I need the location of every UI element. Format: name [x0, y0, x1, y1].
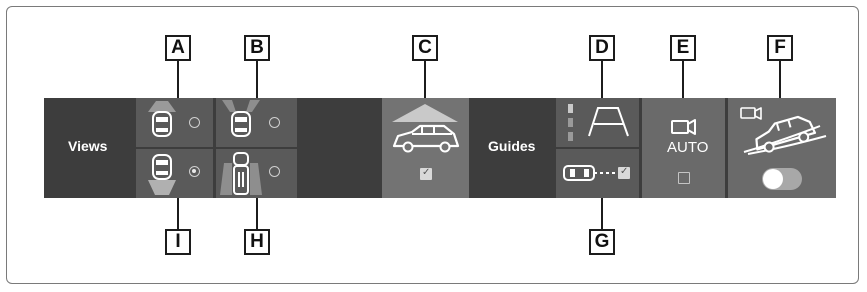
parking-guide-lines-icon [568, 104, 629, 141]
callout-h: H [244, 229, 270, 255]
view-h-radio[interactable] [269, 166, 280, 177]
guide-g-checkbox[interactable]: ✓ [618, 166, 630, 179]
leader-line-c [424, 61, 426, 103]
callout-c: C [412, 35, 438, 61]
auto-label: AUTO [667, 139, 709, 156]
callout-a: A [165, 35, 191, 61]
car-side-front-range-icon [392, 104, 460, 153]
callout-e: E [670, 35, 696, 61]
callout-g-label: G [594, 231, 610, 252]
callout-c-label: C [418, 37, 432, 58]
callout-d: D [589, 35, 615, 61]
callout-b-label: B [250, 37, 264, 58]
auto-checkbox[interactable] [678, 172, 690, 184]
leader-line-a [177, 61, 179, 103]
guide-lines-button-d[interactable] [556, 98, 639, 147]
view-button-h[interactable] [216, 149, 297, 198]
callout-b: B [244, 35, 270, 61]
callout-i: I [165, 229, 191, 255]
callout-f-label: F [774, 37, 786, 58]
offroad-toggle-switch[interactable] [762, 168, 802, 190]
car-top-side-view-icon [220, 152, 262, 195]
view-b-radio[interactable] [269, 117, 280, 128]
view-button-i[interactable] [136, 149, 213, 198]
callout-d-label: D [595, 37, 609, 58]
leader-line-d [601, 61, 603, 103]
callout-g: G [589, 229, 615, 255]
leader-line-b [256, 61, 258, 103]
offroad-camera-button-f[interactable] [728, 98, 836, 198]
leader-line-e [682, 61, 684, 103]
views-label: Views [68, 138, 108, 154]
view-button-a[interactable] [136, 98, 213, 147]
callout-e-label: E [676, 37, 690, 58]
car-top-front-corners-icon [222, 100, 260, 137]
guides-label: Guides [488, 138, 536, 154]
car-offroad-slope-icon [743, 115, 827, 155]
auto-camera-button-e[interactable]: AUTO [642, 98, 725, 198]
car-top-front-sensor-icon [148, 101, 176, 137]
view-button-b[interactable] [216, 98, 297, 147]
guide-button-g[interactable]: ✓ [556, 149, 639, 198]
front-wide-checkbox[interactable]: ✓ [420, 167, 432, 180]
car-top-rear-sensor-icon [148, 154, 176, 195]
camera-view-button-strip: Views ✓ Guides ✓ AUTO [44, 98, 836, 198]
view-a-radio[interactable] [189, 117, 200, 128]
camera-icon [671, 119, 696, 135]
callout-a-label: A [171, 37, 185, 58]
front-wide-view-button-c[interactable]: ✓ [382, 98, 469, 198]
leader-line-f [779, 61, 781, 103]
callout-h-label: H [250, 231, 264, 252]
toggle-knob [763, 169, 783, 189]
callout-i-label: I [175, 231, 181, 252]
callout-f: F [767, 35, 793, 61]
view-i-radio[interactable] [189, 166, 200, 177]
